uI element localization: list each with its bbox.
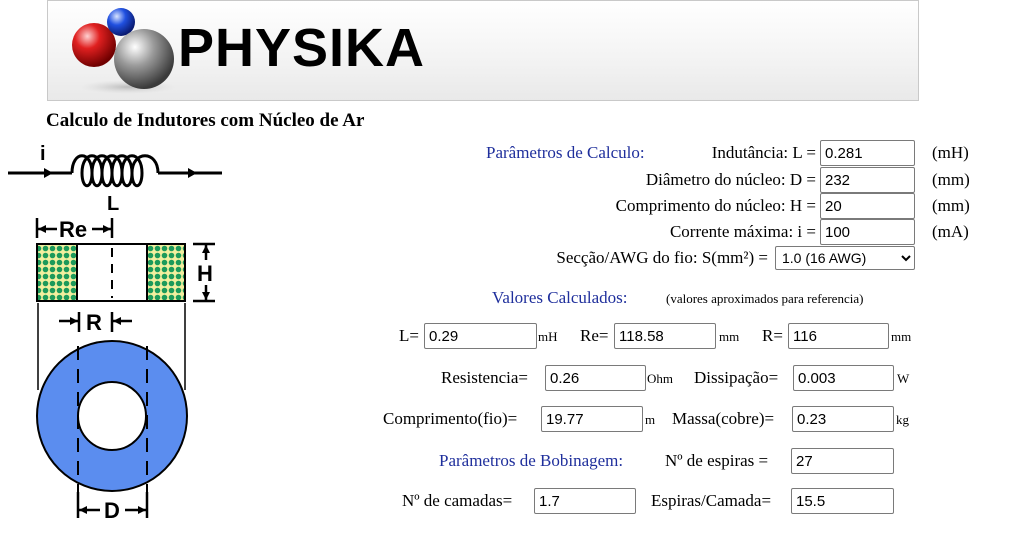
inductance-label: L xyxy=(107,193,119,215)
length-unit: (mm) xyxy=(932,196,970,215)
d-label: D xyxy=(104,498,120,520)
mass-label: Massa(cobre)= xyxy=(672,409,775,428)
h-label: H xyxy=(197,261,213,286)
wire-length-unit: m xyxy=(645,412,656,427)
layers-label: Nº de camadas= xyxy=(402,491,513,510)
wire-length-input[interactable] xyxy=(541,406,643,432)
diameter-input[interactable] xyxy=(820,167,915,193)
resistance-input[interactable] xyxy=(545,365,646,391)
l-calc-input[interactable] xyxy=(424,323,537,349)
wire-label: Secção/AWG do fio: S(mm²) = xyxy=(556,248,768,267)
winding-section-label: Parâmetros de Bobinagem: xyxy=(439,451,624,470)
header-banner: PHYSIKA xyxy=(47,0,919,101)
re-calc-label: Re= xyxy=(580,326,609,345)
inductance-unit: (mH) xyxy=(932,143,969,162)
logo-text: PHYSIKA xyxy=(178,18,426,78)
inductor-diagram: i L Re H R D xyxy=(8,143,222,520)
mass-input[interactable] xyxy=(792,406,894,432)
wire-length-label: Comprimento(fio)= xyxy=(383,409,518,428)
l-calc-label: L= xyxy=(399,326,419,345)
resistance-unit: Ohm xyxy=(647,371,673,386)
turns-label: Nº de espiras = xyxy=(665,451,769,470)
r-calc-input[interactable] xyxy=(788,323,889,349)
length-label: Comprimento do núcleo: H = xyxy=(615,196,816,215)
dissipation-unit: W xyxy=(897,371,910,386)
results-section-label: Valores Calculados: xyxy=(492,288,628,307)
r-calc-unit: mm xyxy=(891,329,912,344)
inductance-input[interactable] xyxy=(820,140,915,166)
resistance-label: Resistencia= xyxy=(441,368,529,387)
diameter-unit: (mm) xyxy=(932,170,970,189)
diameter-label: Diâmetro do núcleo: D = xyxy=(645,170,816,189)
per-layer-input[interactable] xyxy=(791,488,894,514)
l-calc-unit: mH xyxy=(538,329,558,344)
params-section-label: Parâmetros de Calculo: xyxy=(486,143,645,162)
current-label: Corrente máxima: i = xyxy=(669,222,816,241)
current-input[interactable] xyxy=(820,219,915,245)
wire-gauge-select[interactable]: 1.0 (16 AWG) xyxy=(775,246,915,270)
current-unit: (mA) xyxy=(932,222,969,241)
re-calc-input[interactable] xyxy=(614,323,716,349)
winding-left xyxy=(36,243,78,302)
results-note: (valores aproximados para referencia) xyxy=(666,291,864,306)
layers-input[interactable] xyxy=(534,488,636,514)
winding-right xyxy=(146,243,186,302)
physika-logo-icon xyxy=(72,8,176,94)
re-calc-unit: mm xyxy=(719,329,740,344)
r-calc-label: R= xyxy=(762,326,783,345)
inductance-label: Indutância: L = xyxy=(711,143,816,162)
re-label: Re xyxy=(59,217,87,242)
length-input[interactable] xyxy=(820,193,915,219)
dissipation-label: Dissipação= xyxy=(694,368,779,387)
current-label: i xyxy=(40,143,46,165)
turns-input[interactable] xyxy=(791,448,894,474)
dissipation-input[interactable] xyxy=(793,365,894,391)
page-title: Calculo de Indutores com Núcleo de Ar xyxy=(46,110,365,131)
r-label: R xyxy=(86,310,102,335)
per-layer-label: Espiras/Camada= xyxy=(651,491,772,510)
mass-unit: kg xyxy=(896,412,909,427)
